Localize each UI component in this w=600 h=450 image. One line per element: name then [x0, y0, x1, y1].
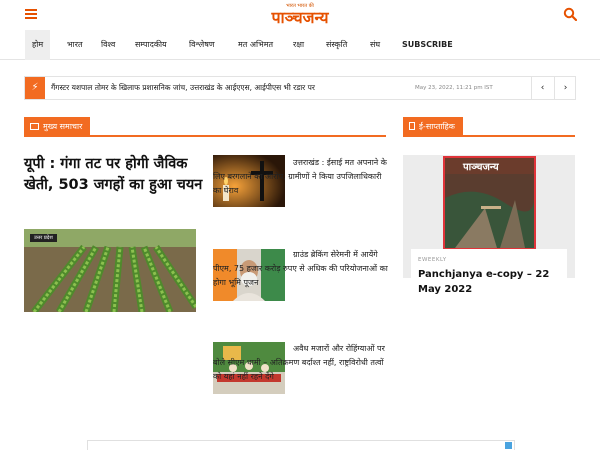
site-logo[interactable]: भारत भारत की पाञ्चजन्य — [255, 3, 345, 29]
nav-item-home[interactable]: होम — [25, 30, 51, 60]
story-headline-1[interactable]: उत्तराखंड : ईसाई मत अपनाने के लिए बरगलान… — [213, 156, 391, 198]
nav-subscribe-link[interactable]: SUBSCRIBE — [402, 30, 453, 60]
nav-item-sanskriti[interactable]: संस्कृति — [326, 30, 347, 60]
nav-item-vishwa[interactable]: विश्व — [101, 30, 115, 60]
eweekly-title[interactable]: Panchjanya e-copy – 22 May 2022 — [418, 267, 560, 297]
story-headline-3[interactable]: अवैध मजारों और रोहिंग्याओं पर बोले सीएम … — [213, 342, 391, 384]
bolt-icon: ⚡ — [25, 77, 45, 99]
eweekly-tag[interactable]: EWEEKLY — [418, 257, 560, 263]
nav-item-sampadakiya[interactable]: सम्पादकीय — [135, 30, 167, 60]
lead-story-image[interactable]: उत्तर प्रदेश — [24, 229, 196, 312]
main-news-label: मुख्य समाचार — [24, 117, 91, 137]
nav-item-sangh[interactable]: संघ — [370, 30, 380, 60]
breaking-news-ticker: ⚡ गैंगस्टर यशपाल तोमर के खिलाफ प्रशासनिक… — [24, 76, 576, 100]
newspaper-icon — [30, 123, 39, 130]
top-bar: भारत भारत की पाञ्चजन्य — [0, 0, 600, 30]
main-news-title: मुख्य समाचार — [43, 122, 83, 131]
ticker-date: May 23, 2022, 11:21 pm IST — [415, 85, 493, 91]
eweekly-cover-image[interactable]: पाञ्चजन्य — [443, 156, 536, 250]
nav-item-bharat[interactable]: भारत — [67, 30, 83, 60]
logo-text: पाञ्चजन्य — [271, 8, 329, 27]
story-headline-2[interactable]: ग्राउंड ब्रेकिंग सेरेमनी में आयेंगे पीएम… — [213, 248, 391, 290]
ticker-next-button[interactable]: › — [554, 77, 576, 99]
nav-item-mat-abhimat[interactable]: मत अभिमत — [238, 30, 273, 60]
ad-banner[interactable] — [87, 440, 515, 450]
eweekly-info: EWEEKLY Panchjanya e-copy – 22 May 2022 — [411, 249, 567, 301]
nav-item-raksha[interactable]: रक्षा — [293, 30, 304, 60]
eweekly-section-header: ई-साप्ताहिक — [403, 117, 575, 137]
search-icon[interactable] — [563, 7, 577, 21]
eweekly-section-title: ई-साप्ताहिक — [419, 122, 455, 131]
document-icon — [409, 122, 415, 130]
eweekly-label: ई-साप्ताहिक — [403, 117, 463, 137]
cover-title: पाञ्चजन्य — [463, 162, 499, 173]
main-nav: होम भारत विश्व सम्पादकीय विश्लेषण मत अभि… — [0, 30, 600, 60]
adchoices-icon[interactable] — [505, 442, 512, 449]
nav-item-vishleshan[interactable]: विश्लेषण — [189, 30, 215, 60]
menu-icon[interactable] — [25, 9, 37, 19]
ticker-headline[interactable]: गैंगस्टर यशपाल तोमर के खिलाफ प्रशासनिक ज… — [51, 77, 431, 99]
main-news-section-header: मुख्य समाचार — [24, 117, 386, 137]
lead-story-title[interactable]: यूपी : गंगा तट पर होगी जैविक खेती, 503 ज… — [24, 154, 204, 196]
category-badge[interactable]: उत्तर प्रदेश — [30, 234, 57, 242]
ticker-prev-button[interactable]: ‹ — [531, 77, 553, 99]
